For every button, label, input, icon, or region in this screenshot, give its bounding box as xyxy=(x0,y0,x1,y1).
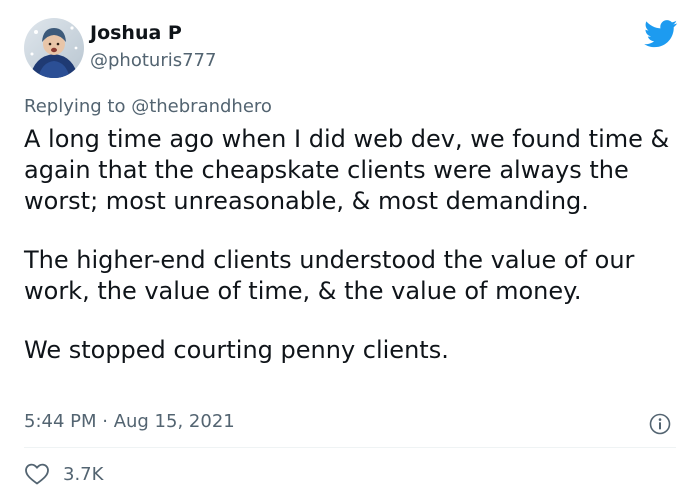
like-count: 3.7K xyxy=(63,463,104,485)
reply-mention-link[interactable]: @thebrandhero xyxy=(131,96,272,117)
like-button[interactable]: 3.7K xyxy=(24,460,103,488)
tweet-card: Joshua P @photuris777 Replying to @thebr… xyxy=(0,0,700,503)
reply-context: Replying to @thebrandhero xyxy=(24,96,272,117)
tweet-timestamp[interactable]: 5:44 PM · Aug 15, 2021 xyxy=(24,411,235,432)
tweet-body: A long time ago when I did web dev, we f… xyxy=(24,124,684,366)
tweet-paragraph: We stopped courting penny clients. xyxy=(24,336,449,364)
avatar[interactable] xyxy=(24,18,84,78)
author-handle[interactable]: @photuris777 xyxy=(90,50,216,71)
tweet-paragraph: A long time ago when I did web dev, we f… xyxy=(24,125,670,215)
tweet-paragraph: The higher-end clients understood the va… xyxy=(24,246,635,305)
avatar-image xyxy=(24,18,84,78)
reply-prefix: Replying to xyxy=(24,96,132,117)
heart-icon xyxy=(25,463,49,485)
author-name[interactable]: Joshua P xyxy=(90,22,182,44)
divider xyxy=(24,447,676,448)
info-icon[interactable] xyxy=(649,413,671,435)
twitter-bird-icon[interactable] xyxy=(644,20,678,48)
